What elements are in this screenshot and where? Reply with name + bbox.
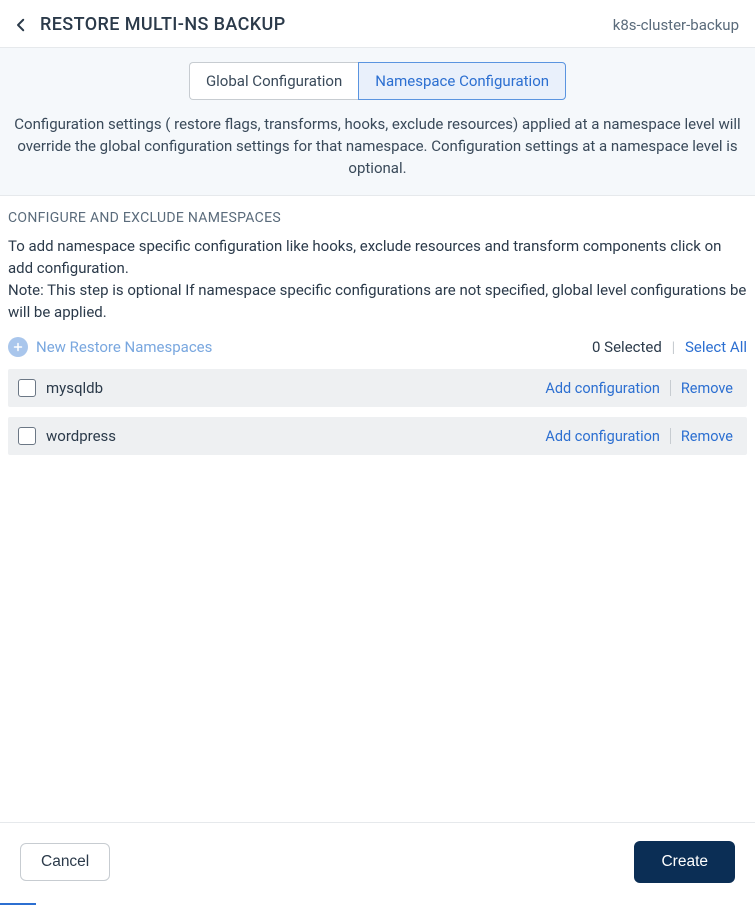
- create-button[interactable]: Create: [634, 841, 735, 883]
- action-divider: [670, 428, 671, 444]
- content-area: CONFIGURE AND EXCLUDE NAMESPACES To add …: [0, 196, 755, 822]
- tab-global-configuration[interactable]: Global Configuration: [189, 62, 358, 100]
- namespace-name: mysqldb: [46, 379, 103, 397]
- plus-circle-icon: [8, 337, 28, 357]
- selected-count-label: 0 Selected: [592, 338, 662, 356]
- namespace-row: mysqldb Add configuration Remove: [8, 369, 747, 407]
- separator: |: [672, 338, 676, 356]
- remove-link[interactable]: Remove: [681, 380, 733, 397]
- add-configuration-link[interactable]: Add configuration: [545, 380, 660, 397]
- namespace-checkbox[interactable]: [18, 379, 36, 397]
- namespace-checkbox[interactable]: [18, 427, 36, 445]
- add-namespace-label: New Restore Namespaces: [36, 338, 212, 356]
- tab-description: Configuration settings ( restore flags, …: [10, 114, 745, 179]
- namespace-list: mysqldb Add configuration Remove wordpress A…: [8, 369, 747, 455]
- dialog-footer: Cancel Create: [0, 822, 755, 905]
- action-divider: [670, 380, 671, 396]
- namespace-name: wordpress: [46, 427, 116, 445]
- chevron-left-icon[interactable]: [12, 16, 30, 34]
- namespace-toolbar: New Restore Namespaces 0 Selected | Sele…: [8, 337, 747, 357]
- section-help-text: To add namespace specific configuration …: [8, 236, 747, 323]
- dialog-header: RESTORE MULTI-NS BACKUP k8s-cluster-back…: [0, 0, 755, 48]
- tab-area: Global Configuration Namespace Configura…: [0, 48, 755, 196]
- namespace-row: wordpress Add configuration Remove: [8, 417, 747, 455]
- selection-info: 0 Selected | Select All: [592, 338, 747, 356]
- remove-link[interactable]: Remove: [681, 428, 733, 445]
- context-name: k8s-cluster-backup: [613, 16, 739, 34]
- page-title: RESTORE MULTI-NS BACKUP: [40, 14, 286, 35]
- section-heading: CONFIGURE AND EXCLUDE NAMESPACES: [8, 208, 747, 236]
- add-namespace-button[interactable]: New Restore Namespaces: [8, 337, 212, 357]
- tab-namespace-configuration[interactable]: Namespace Configuration: [358, 62, 566, 100]
- add-configuration-link[interactable]: Add configuration: [545, 428, 660, 445]
- select-all-link[interactable]: Select All: [685, 338, 747, 356]
- cancel-button[interactable]: Cancel: [20, 843, 110, 881]
- tab-group: Global Configuration Namespace Configura…: [10, 62, 745, 100]
